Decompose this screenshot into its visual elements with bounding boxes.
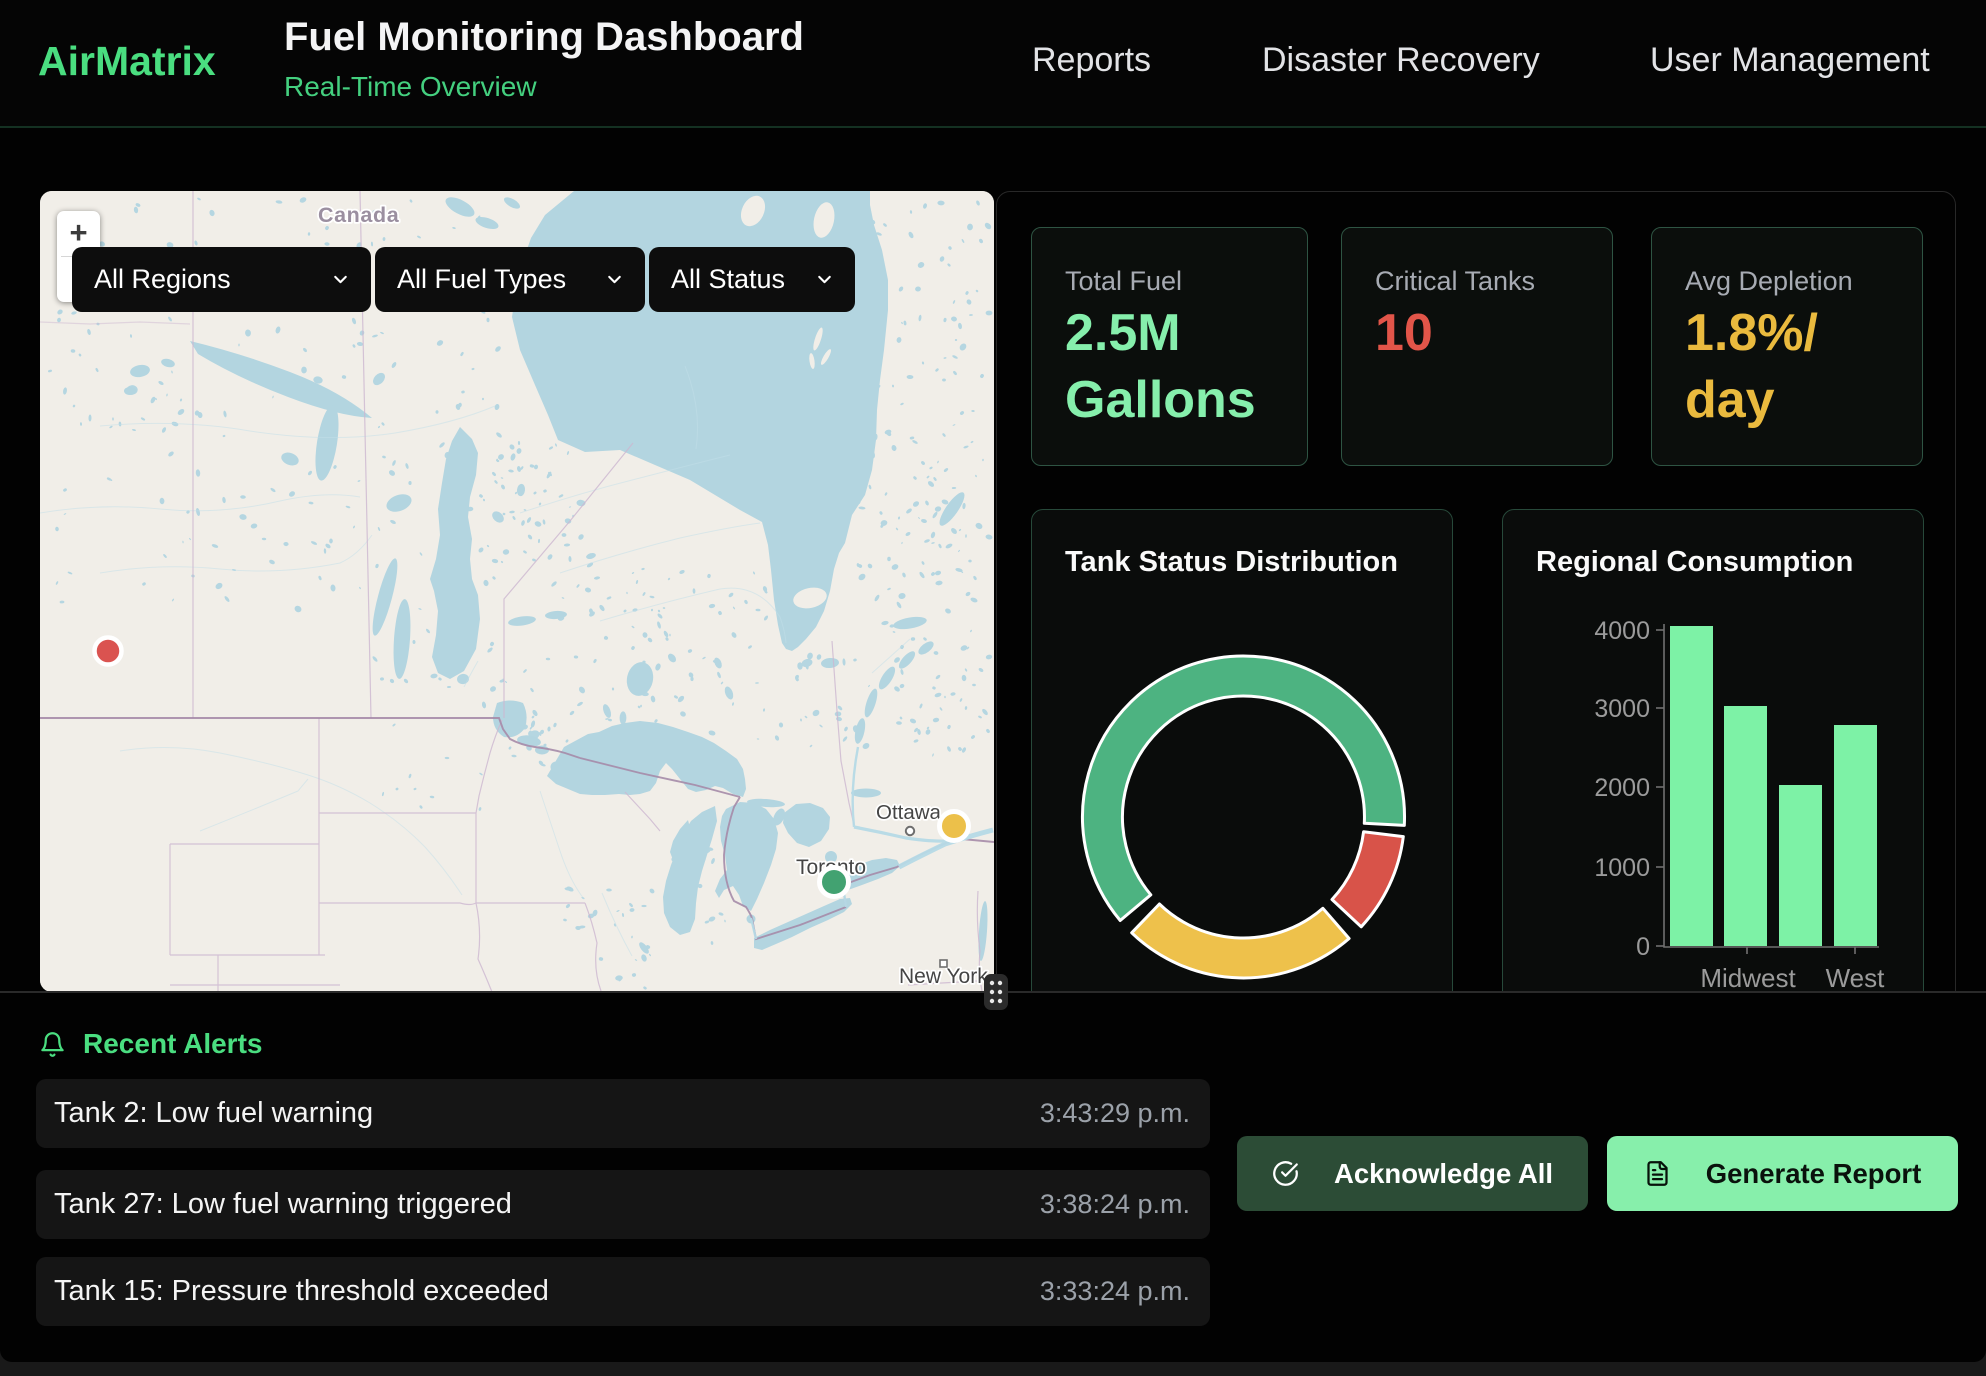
svg-text:2000: 2000: [1594, 774, 1650, 802]
svg-text:West: West: [1826, 963, 1886, 991]
svg-text:1000: 1000: [1594, 854, 1650, 882]
svg-text:4000: 4000: [1594, 617, 1650, 645]
svg-text:Canada: Canada: [318, 203, 400, 227]
svg-text:3000: 3000: [1594, 695, 1650, 723]
svg-text:New York: New York: [899, 965, 988, 988]
svg-text:Midwest: Midwest: [1700, 963, 1796, 991]
svg-text:0: 0: [1636, 933, 1650, 961]
svg-text:Ottawa: Ottawa: [876, 801, 942, 824]
